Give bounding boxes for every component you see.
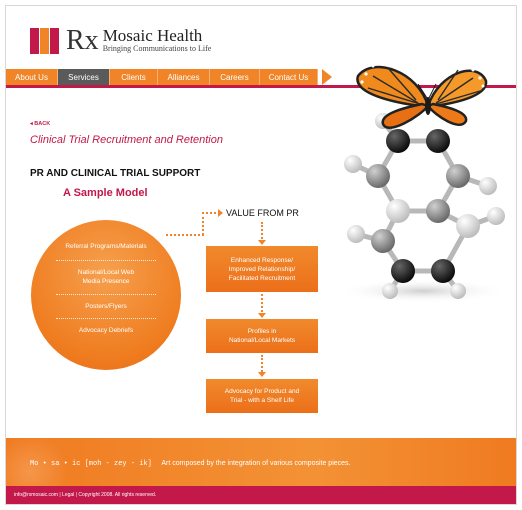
definition-word: Mo • sa • ic [moh - zey - ik] [30, 460, 152, 468]
nav-item-about-us[interactable]: About Us [6, 69, 58, 85]
pr-activities-circle: Referral Programs/Materials National/Loc… [31, 220, 181, 370]
value-box-advocacy: Advocacy for Product and Trial - with a … [206, 379, 318, 413]
page-frame: Rx Mosaic Health Bringing Communications… [5, 5, 517, 505]
circle-item-advocacy: Advocacy Debriefs [78, 327, 134, 334]
connector-down-1 [261, 222, 263, 242]
footer-legal[interactable]: info@rxmosaic.com | Legal | Copyright 20… [14, 492, 156, 498]
definition-text: Art composed by the integration of vario… [161, 460, 351, 467]
logo-title: Mosaic Health [102, 26, 203, 45]
circle-item-web-media: National/Local Web Media Presence [77, 269, 135, 285]
value-label: VALUE FROM PR [226, 208, 299, 218]
back-link[interactable]: ◂ BACK [30, 121, 50, 127]
section-heading: PR AND CLINICAL TRIAL SUPPORT [30, 168, 201, 179]
nav-item-contact-us[interactable]: Contact Us [260, 69, 318, 85]
main-nav: About Us Services Clients Alliances Care… [6, 69, 328, 85]
nav-item-careers[interactable]: Careers [210, 69, 260, 85]
circle-item-referral: Referral Programs/Materials [65, 243, 147, 250]
butterfly-on-molecule-image [338, 64, 508, 303]
nav-item-services[interactable]: Services [58, 69, 110, 85]
logo-mark-icon [30, 28, 60, 54]
connector-v [202, 212, 204, 235]
logo[interactable]: Rx Mosaic Health Bringing Communications… [30, 25, 212, 56]
nav-item-clients[interactable]: Clients [110, 69, 158, 85]
arrow-down-icon [258, 372, 266, 377]
nav-item-alliances[interactable]: Alliances [158, 69, 210, 85]
mosaic-definition: Mo • sa • ic [moh - zey - ik] Art compos… [30, 460, 351, 468]
value-box-enhanced-response: Enhanced Response/ Improved Relationship… [206, 246, 318, 292]
value-box-profiles: Profiles in National/Local Markets [206, 319, 318, 353]
sub-heading: A Sample Model [63, 187, 148, 199]
logo-rx: Rx [66, 25, 99, 56]
logo-tagline: Bringing Communications to Life [102, 44, 212, 53]
connector-h [166, 234, 204, 236]
arrow-right-icon [218, 209, 223, 217]
circle-item-posters: Posters/Flyers [85, 303, 127, 310]
page-title: Clinical Trial Recruitment and Retention [30, 134, 223, 146]
arrow-down-icon [258, 313, 266, 318]
arrow-down-icon [258, 240, 266, 245]
